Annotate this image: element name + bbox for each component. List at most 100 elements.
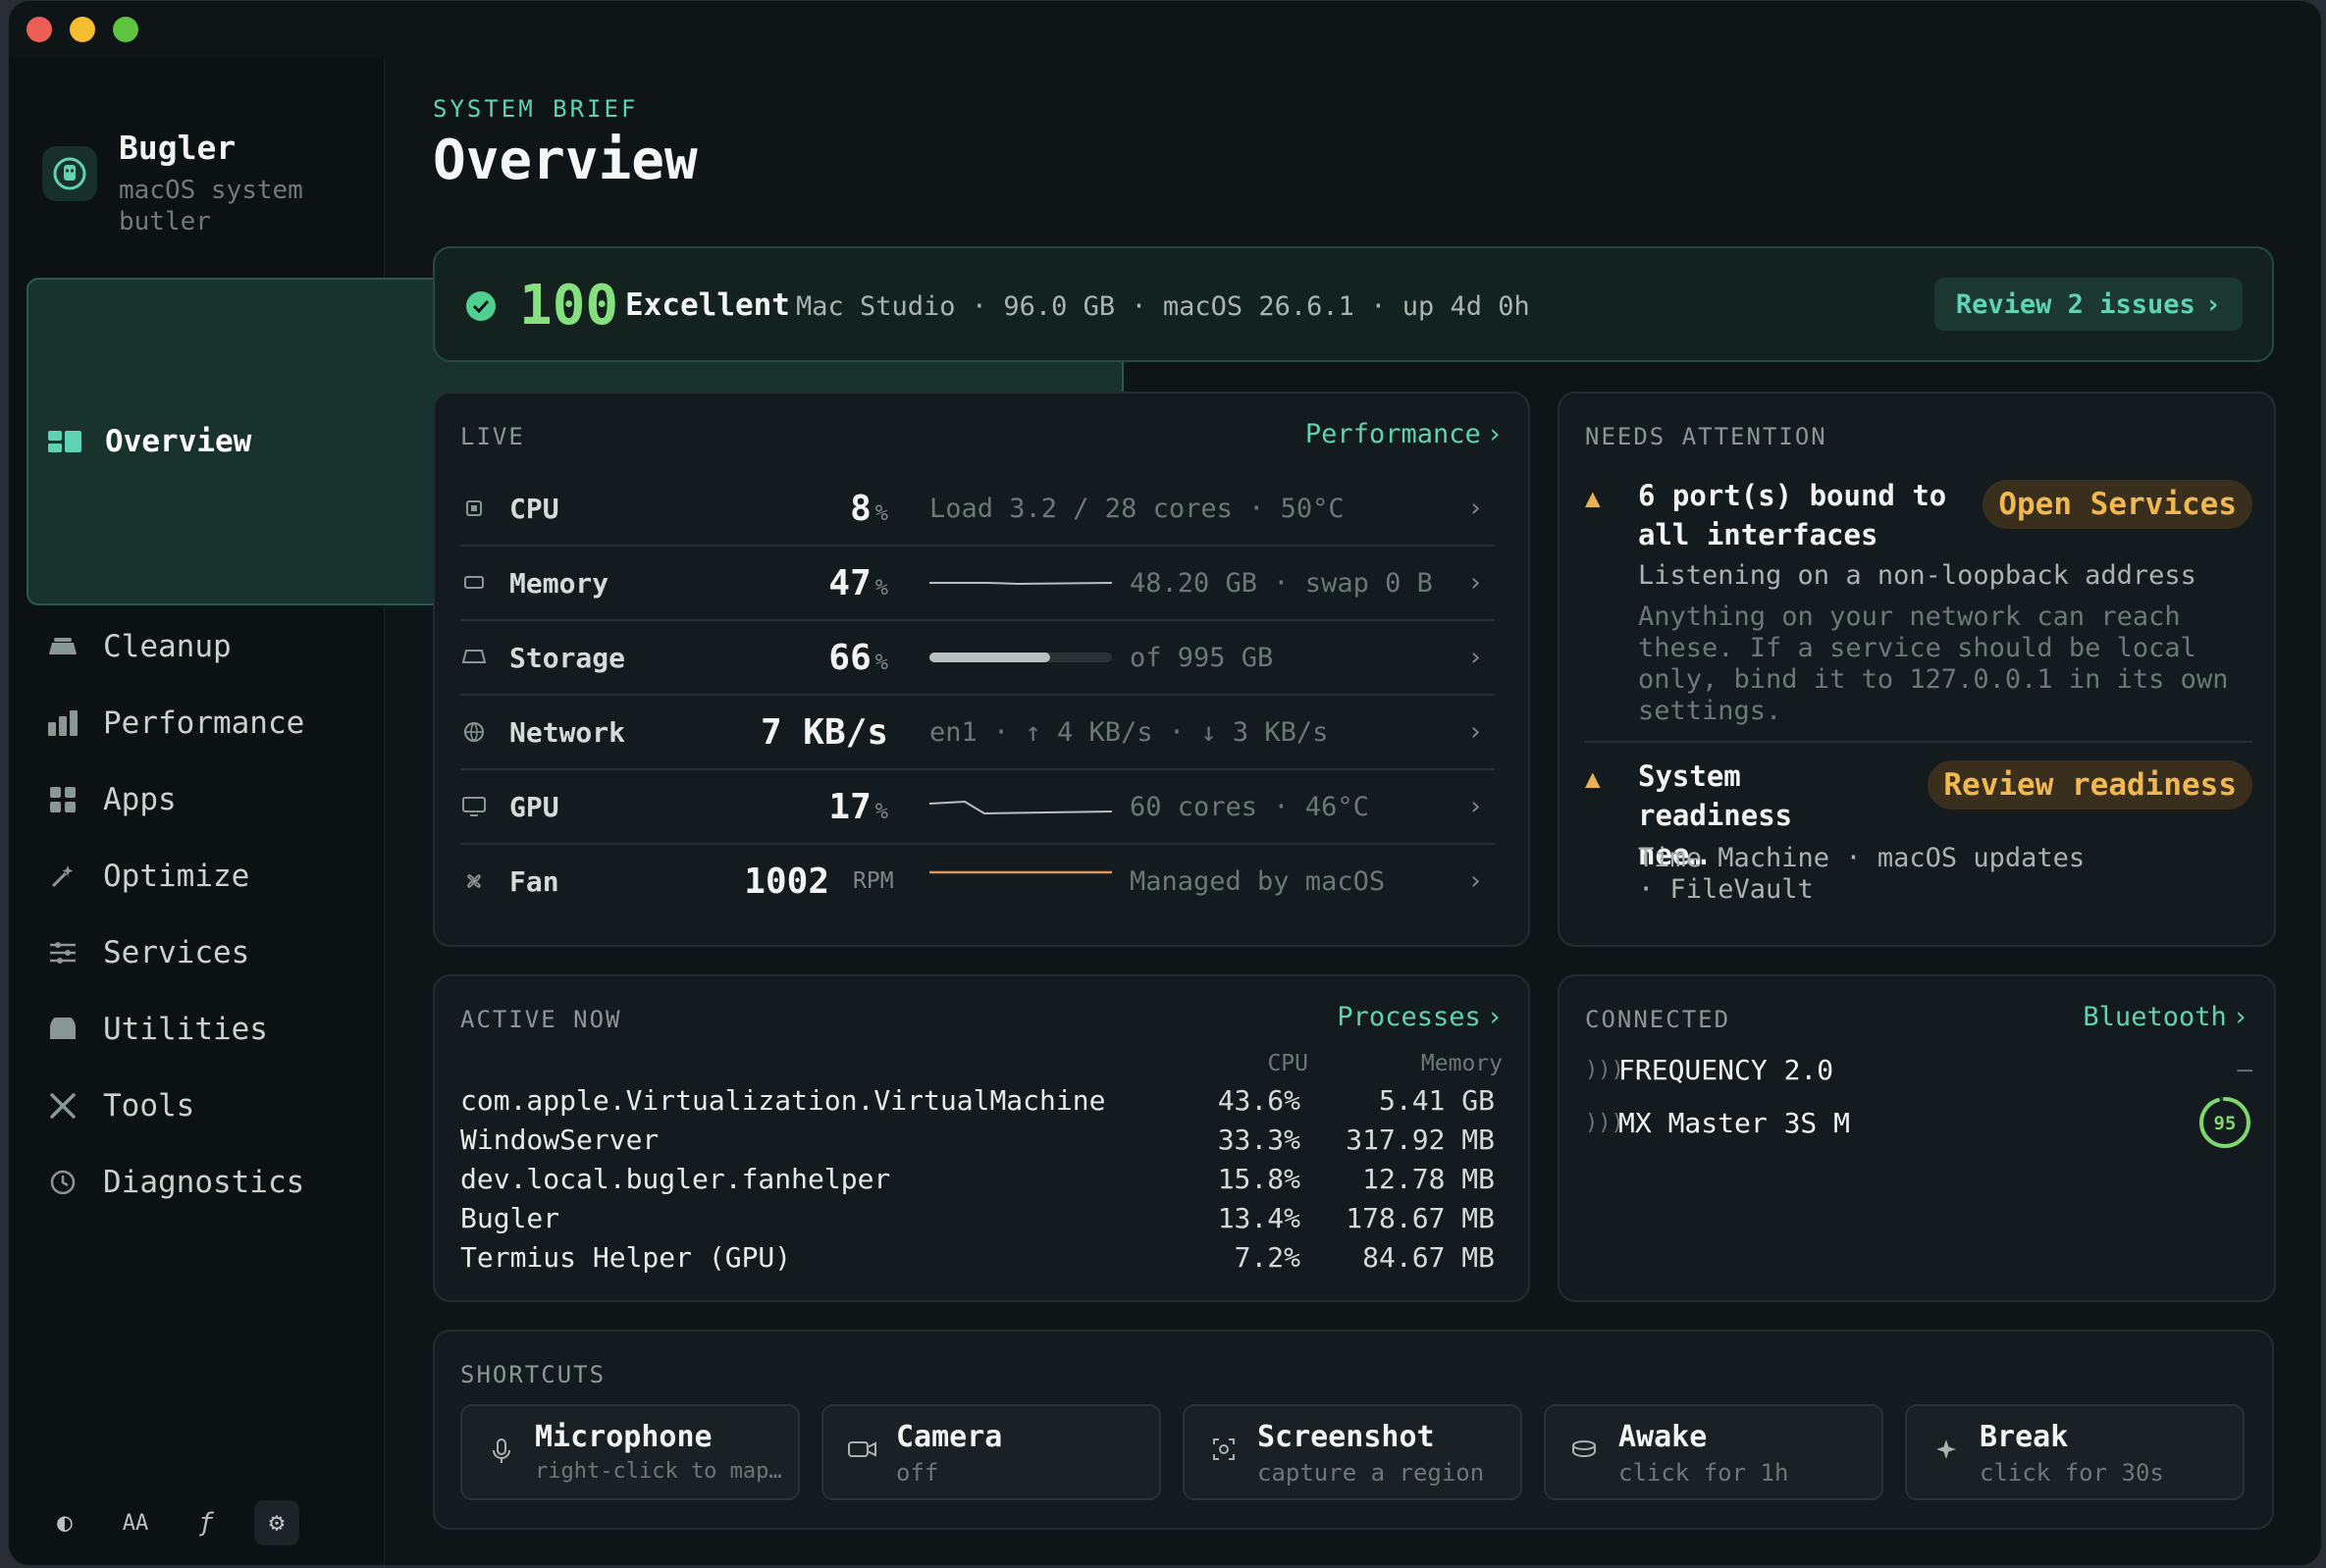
connected-panel: CONNECTED Bluetooth › ))) FREQUENCY 2.0 —… <box>1558 974 2276 1302</box>
process-row[interactable]: Bugler 13.4% 178.67 MB <box>460 1202 1495 1241</box>
bluetooth-link[interactable]: Bluetooth › <box>2083 1002 2248 1032</box>
metric-row-cpu[interactable]: CPU 8% Load 3.2 / 28 cores · 50°C › <box>460 472 1495 547</box>
sidebar-footer: ◐ AA ƒ ⚙ <box>42 1500 299 1545</box>
metric-row-memory[interactable]: Memory 47% 48.20 GB · swap 0 B › <box>460 547 1495 621</box>
sidebar-item-apps[interactable]: Apps <box>26 764 366 835</box>
section-label: NEEDS ATTENTION <box>1585 423 1827 450</box>
performance-link[interactable]: Performance › <box>1305 419 1503 449</box>
process-row[interactable]: Termius Helper (GPU) 7.2% 84.67 MB <box>460 1241 1495 1281</box>
device-row[interactable]: ))) MX Master 3S M 95 <box>1585 1096 2252 1149</box>
page-eyebrow: SYSTEM BRIEF <box>433 95 639 123</box>
metric-row-gpu[interactable]: GPU 17% 60 cores · 46°C › <box>460 770 1495 845</box>
optimize-icon <box>46 860 79 893</box>
page-title: Overview <box>433 129 698 192</box>
sidebar-item-services[interactable]: Services <box>26 917 366 988</box>
cleanup-icon <box>46 630 79 663</box>
text-size-icon[interactable]: AA <box>113 1500 158 1545</box>
health-summary: 100 Excellent Mac Studio · 96.0 GB · mac… <box>433 246 2274 362</box>
shortcut-subtitle: click for 30s <box>1980 1459 2164 1487</box>
metric-unit: % <box>874 650 888 675</box>
attention-description: Anything on your network can reach these… <box>1638 601 2229 726</box>
break-shortcut[interactable]: Break click for 30s <box>1905 1404 2245 1500</box>
storage-bar-fill <box>929 653 1050 662</box>
shortcut-subtitle: off <box>896 1459 939 1487</box>
bugler-logo-icon <box>42 146 97 201</box>
metric-row-storage[interactable]: Storage 66% of 995 GB › <box>460 621 1495 696</box>
process-row[interactable]: dev.local.bugler.fanhelper 15.8% 12.78 M… <box>460 1163 1495 1202</box>
attention-subtitle: Listening on a non-loopback address <box>1638 560 2196 591</box>
sidebar-item-optimize[interactable]: Optimize <box>26 841 366 912</box>
device-battery: — <box>2237 1055 2252 1084</box>
sidebar-item-utilities[interactable]: Utilities <box>26 994 366 1065</box>
storage-icon <box>460 649 488 666</box>
app-subtitle: macOS system butler <box>119 175 303 237</box>
process-name: WindowServer <box>460 1124 660 1156</box>
sidebar-item-tools[interactable]: Tools <box>26 1071 366 1141</box>
microphone-shortcut[interactable]: Microphone right-click to map… <box>460 1404 800 1500</box>
memory-sparkline <box>929 582 1112 586</box>
open-services-button[interactable]: Open Services <box>1982 480 2252 529</box>
metric-detail: en1 · ↑ 4 KB/s · ↓ 3 KB/s <box>929 716 1329 748</box>
metric-row-fan[interactable]: Fan 1002 RPM Managed by macOS › <box>460 845 1495 917</box>
globe-icon <box>460 721 488 743</box>
section-label: CONNECTED <box>1585 1006 1731 1033</box>
gear-icon[interactable]: ⚙ <box>254 1500 299 1545</box>
process-memory: 12.78 MB <box>1362 1163 1495 1195</box>
device-row[interactable]: ))) FREQUENCY 2.0 — <box>1585 1043 2252 1096</box>
metric-name: CPU <box>509 492 559 525</box>
process-memory: 178.67 MB <box>1346 1202 1495 1234</box>
process-cpu: 33.3% <box>1217 1124 1300 1156</box>
zoom-window-button[interactable] <box>113 17 138 42</box>
metric-number: 47 <box>828 562 872 603</box>
shortcut-subtitle: right-click to map… <box>535 1459 782 1484</box>
shortcut-title: Awake <box>1618 1420 1708 1454</box>
battery-ring: 95 <box>2199 1097 2250 1148</box>
processes-link-label: Processes <box>1337 1002 1481 1032</box>
contrast-icon[interactable]: ◐ <box>42 1500 87 1545</box>
review-issues-label: Review 2 issues <box>1955 288 2195 320</box>
metric-unit: RPM <box>853 868 894 894</box>
section-label: ACTIVE NOW <box>460 1006 622 1033</box>
sidebar-item-label: Cleanup <box>103 629 232 664</box>
metric-row-network[interactable]: Network 7 KB/s en1 · ↑ 4 KB/s · ↓ 3 KB/s… <box>460 696 1495 770</box>
coffee-cup-icon <box>1569 1437 1601 1465</box>
apps-icon <box>46 783 79 816</box>
screenshot-shortcut[interactable]: Screenshot capture a region <box>1183 1404 1522 1500</box>
sidebar-item-diagnostics[interactable]: Diagnostics <box>26 1147 366 1218</box>
sidebar-item-label: Performance <box>103 706 305 741</box>
process-row[interactable]: WindowServer 33.3% 317.92 MB <box>460 1124 1495 1163</box>
metric-value: 47% <box>657 563 888 603</box>
process-row[interactable]: com.apple.Virtualization.VirtualMachine … <box>460 1084 1495 1124</box>
metric-number: 66 <box>828 637 872 678</box>
process-cpu: 7.2% <box>1234 1241 1300 1274</box>
close-window-button[interactable] <box>26 17 52 42</box>
warning-icon: ▲ <box>1585 484 1601 513</box>
camera-shortcut[interactable]: Camera off <box>821 1404 1161 1500</box>
shortcut-title: Microphone <box>535 1420 713 1454</box>
shortcuts-panel: SHORTCUTS Microphone right-click to map…… <box>433 1330 2274 1530</box>
chevron-right-icon: › <box>1486 419 1503 449</box>
section-label: SHORTCUTS <box>460 1361 607 1388</box>
app-name: Bugler <box>119 129 237 167</box>
health-score: 100 <box>519 274 619 338</box>
metric-number: 8 <box>850 488 872 529</box>
sidebar-item-performance[interactable]: Performance <box>26 688 366 758</box>
awake-shortcut[interactable]: Awake click for 1h <box>1544 1404 1883 1500</box>
metric-detail: 48.20 GB · swap 0 B <box>1130 567 1433 599</box>
microphone-icon <box>486 1437 517 1471</box>
processes-link[interactable]: Processes › <box>1337 1002 1503 1032</box>
sidebar-item-label: Services <box>103 935 250 970</box>
process-cpu: 13.4% <box>1217 1202 1300 1234</box>
window-controls <box>26 17 138 42</box>
review-readiness-button[interactable]: Review readiness <box>1928 760 2252 810</box>
process-memory: 5.41 GB <box>1378 1084 1495 1117</box>
sidebar-item-cleanup[interactable]: Cleanup <box>26 611 366 682</box>
function-icon[interactable]: ƒ <box>184 1500 229 1545</box>
needs-attention-panel: NEEDS ATTENTION ▲ 6 port(s) bound to all… <box>1558 392 2276 947</box>
sidebar-item-label: Utilities <box>103 1012 268 1047</box>
review-issues-button[interactable]: Review 2 issues › <box>1933 278 2243 331</box>
minimize-window-button[interactable] <box>70 17 95 42</box>
metric-number: 17 <box>828 786 872 827</box>
utilities-icon <box>46 1013 79 1046</box>
performance-link-label: Performance <box>1304 419 1481 449</box>
